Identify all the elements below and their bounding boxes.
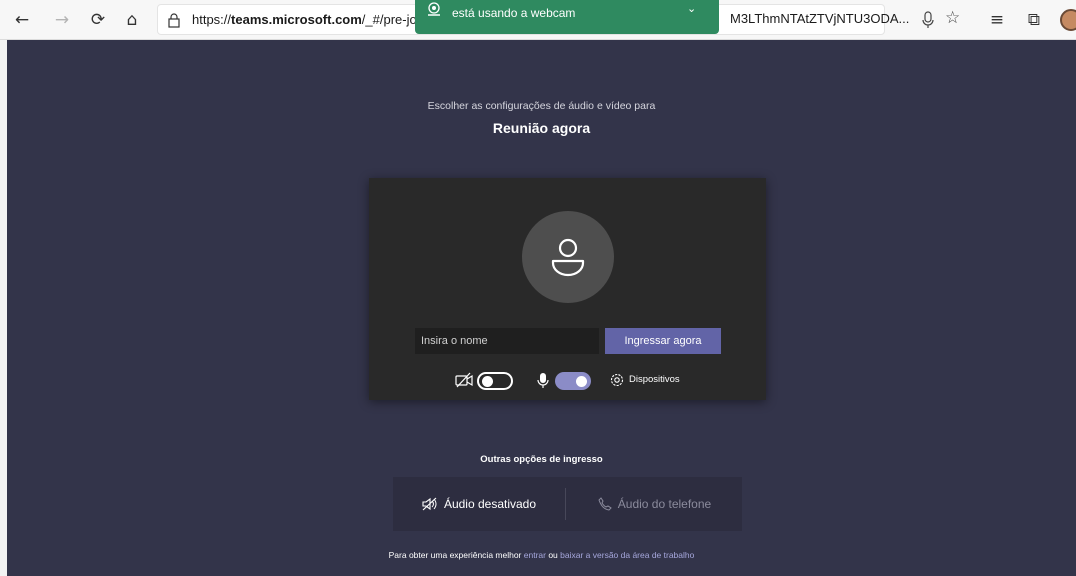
webcam-banner-text: está usando a webcam (452, 6, 576, 20)
camera-toggle[interactable] (477, 372, 513, 390)
audio-off-label: Áudio desativado (443, 497, 537, 511)
devices-button[interactable]: Dispositivos (629, 374, 680, 385)
footer-prefix: Para obter uma experiência melhor (388, 550, 524, 560)
chevron-down-icon[interactable]: ⌄ (687, 2, 696, 15)
avatar (522, 211, 614, 303)
footer-middle: ou (545, 550, 561, 560)
browser-toolbar: ← → ⟳ ⌂ https://teams.microsoft.com/_#/p… (0, 0, 1076, 40)
person-icon (551, 238, 585, 277)
other-join-options: Áudio desativado Áudio do telefone (393, 477, 742, 531)
phone-audio-label: Áudio do telefone (617, 497, 712, 511)
collections-icon[interactable]: ⧉ (1022, 8, 1046, 32)
back-arrow-icon[interactable]: ← (10, 8, 34, 32)
url-text: https://teams.microsoft.com/_#/pre-jo (192, 12, 417, 27)
speaker-off-icon (422, 497, 437, 511)
microphone-icon (537, 373, 549, 388)
device-controls: Dispositivos (369, 370, 766, 392)
phone-icon (598, 497, 612, 511)
url-text-tail: M3LThmNTAtZTVjNTU3ODA... (730, 11, 910, 26)
favorites-list-icon[interactable]: ≡ (985, 8, 1009, 32)
lock-icon[interactable] (166, 12, 182, 28)
join-now-button[interactable]: Ingressar agora (605, 328, 721, 354)
phone-audio-option[interactable]: Áudio do telefone (567, 477, 742, 531)
webcam-banner[interactable]: está usando a webcam ⌄ (415, 0, 719, 34)
refresh-icon[interactable]: ⟳ (86, 8, 110, 32)
url-domain: teams.microsoft.com (231, 12, 362, 27)
name-input[interactable] (415, 328, 599, 354)
profile-avatar[interactable] (1060, 9, 1076, 31)
meeting-title: Reunião agora (492, 120, 591, 136)
microphone-indicator-icon[interactable] (920, 10, 936, 30)
teams-prejoin-screen: Escolher as configurações de áudio e víd… (7, 40, 1076, 576)
meeting-subtitle: Escolher as configurações de áudio e víd… (427, 100, 656, 112)
divider (565, 488, 566, 520)
microphone-toggle[interactable] (555, 372, 591, 390)
camera-off-icon (455, 372, 473, 388)
favorite-star-icon[interactable]: ☆ (945, 8, 960, 28)
audio-off-option[interactable]: Áudio desativado (393, 477, 565, 531)
prejoin-card: Ingressar agora Dispositivos (369, 178, 766, 400)
other-join-options-title: Outras opções de ingresso (480, 454, 603, 465)
gear-icon[interactable] (610, 373, 624, 387)
footer-text: Para obter uma experiência melhor entrar… (7, 550, 1076, 560)
sign-in-link[interactable]: entrar (524, 550, 546, 560)
home-icon[interactable]: ⌂ (120, 8, 144, 32)
forward-arrow-icon[interactable]: → (50, 8, 74, 32)
webcam-icon (428, 2, 440, 16)
download-desktop-link[interactable]: baixar a versão da área de trabalho (560, 550, 694, 560)
